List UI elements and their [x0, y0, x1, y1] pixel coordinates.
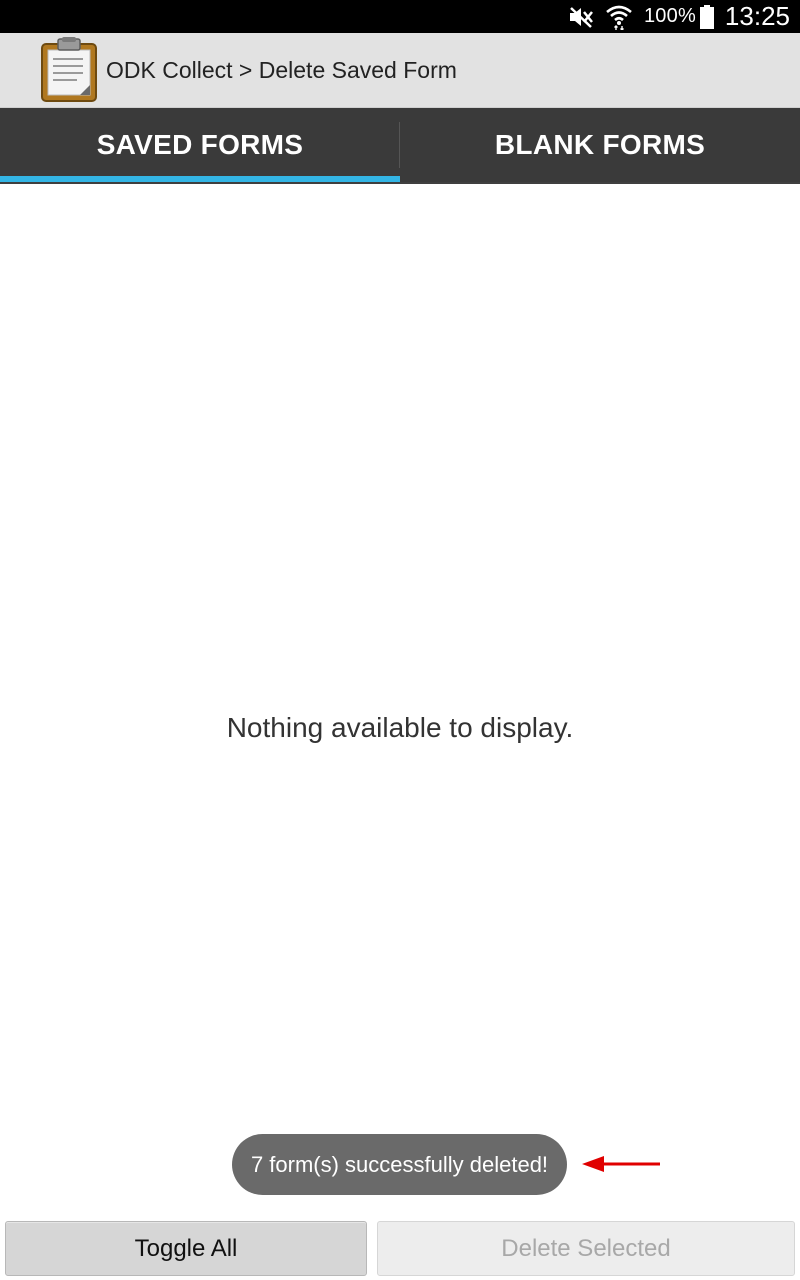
tab-blank-forms-label: BLANK FORMS — [494, 129, 706, 160]
empty-list-message: Nothing available to display. — [226, 712, 574, 743]
tab-selected-indicator — [0, 176, 400, 182]
action-bar-title: ODK Collect > Delete Saved Form — [106, 56, 457, 83]
screen: 100% 13:25 ODK Collect > Delete Saved Fo… — [0, 0, 800, 1280]
tab-saved-forms-label: SAVED FORMS — [96, 129, 304, 160]
tab-blank-forms[interactable]: BLANK FORMS — [400, 108, 800, 182]
tab-saved-forms[interactable]: SAVED FORMS — [0, 108, 400, 182]
toast-message: 7 form(s) successfully deleted! — [232, 1134, 567, 1195]
toggle-all-button[interactable]: Toggle All — [5, 1221, 367, 1276]
battery-percent: 100% — [643, 5, 696, 27]
status-bar: 100% 13:25 — [0, 0, 800, 33]
clock: 13:25 — [724, 1, 790, 31]
tab-bar: SAVED FORMS BLANK FORMS — [0, 108, 800, 184]
clipboard-icon[interactable] — [39, 37, 99, 103]
toast-text: 7 form(s) successfully deleted! — [250, 1151, 549, 1177]
battery-icon — [699, 0, 715, 33]
mute-icon — [566, 0, 596, 33]
tab-divider — [399, 122, 400, 168]
delete-selected-label: Delete Selected — [501, 1234, 671, 1262]
annotation-arrow-icon — [580, 1150, 662, 1178]
action-bar: ODK Collect > Delete Saved Form — [0, 33, 800, 108]
delete-selected-button[interactable]: Delete Selected — [377, 1221, 795, 1276]
wifi-icon — [604, 0, 634, 33]
toggle-all-label: Toggle All — [134, 1234, 238, 1262]
